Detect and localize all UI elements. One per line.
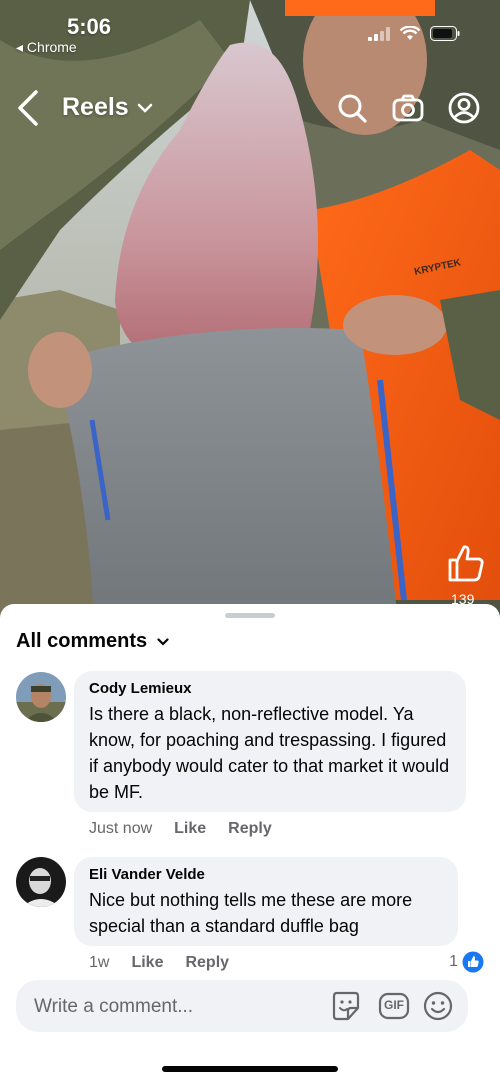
comment-author[interactable]: Eli Vander Velde	[89, 866, 443, 883]
reels-comments-screen: KRYPTEK 5:06 ◂ Chrome Reels 139 All comm…	[0, 0, 500, 1084]
gif-label: GIF	[384, 998, 404, 1012]
camera-icon[interactable]	[392, 92, 424, 124]
sheet-grabber[interactable]	[225, 613, 275, 618]
wifi-icon	[400, 26, 420, 40]
home-indicator[interactable]	[162, 1066, 338, 1072]
comment-text: Is there a black, non-reflective model. …	[89, 704, 450, 802]
avatar[interactable]	[16, 857, 66, 907]
chevron-down-icon	[157, 637, 169, 646]
reels-title: Reels	[62, 93, 129, 121]
battery-icon	[430, 26, 460, 41]
commenter-avatar-image	[16, 857, 66, 907]
comment-actions: 1w Like Reply	[89, 954, 229, 972]
reaction-count: 1	[449, 953, 458, 970]
reply-button[interactable]: Reply	[228, 820, 272, 838]
like-reaction-icon	[462, 951, 484, 973]
reply-button[interactable]: Reply	[185, 954, 229, 972]
profile-icon[interactable]	[448, 92, 480, 124]
thumbs-up-icon[interactable]	[447, 543, 485, 583]
comments-sort-label: All comments	[16, 630, 148, 652]
comment-actions: Just now Like Reply	[89, 820, 272, 838]
status-icons	[368, 26, 460, 41]
like-button[interactable]: Like	[131, 954, 163, 972]
comment-text: Nice but nothing tells me these are more…	[89, 890, 413, 936]
search-icon[interactable]	[336, 92, 368, 124]
back-to-app-link[interactable]: ◂ Chrome	[16, 39, 77, 56]
reels-title-dropdown[interactable]: Reels	[62, 93, 153, 122]
sticker-icon[interactable]	[330, 990, 362, 1022]
like-button[interactable]: Like	[174, 820, 206, 838]
emoji-icon[interactable]	[422, 990, 454, 1022]
avatar[interactable]	[16, 672, 66, 722]
comments-sheet: All comments Cody Lemieux Is there a bla…	[0, 604, 500, 1084]
comment-timestamp: 1w	[89, 954, 110, 971]
comment-timestamp: Just now	[89, 820, 153, 837]
comments-sort-dropdown[interactable]: All comments	[16, 630, 169, 653]
back-arrow-icon[interactable]	[14, 88, 44, 128]
commenter-avatar-image	[16, 672, 66, 722]
gif-button[interactable]: GIF	[378, 990, 410, 1022]
comment-composer: GIF	[16, 980, 468, 1032]
status-time: 5:06	[67, 14, 112, 39]
comment-author[interactable]: Cody Lemieux	[89, 680, 451, 697]
comment-bubble[interactable]: Cody Lemieux Is there a black, non-refle…	[74, 671, 466, 812]
reaction-summary[interactable]: 1	[449, 951, 484, 973]
comment-bubble[interactable]: Eli Vander Velde Nice but nothing tells …	[74, 857, 458, 946]
comment-input[interactable]	[32, 992, 326, 1022]
cellular-signal-icon	[368, 26, 390, 41]
chevron-down-icon	[137, 103, 152, 113]
